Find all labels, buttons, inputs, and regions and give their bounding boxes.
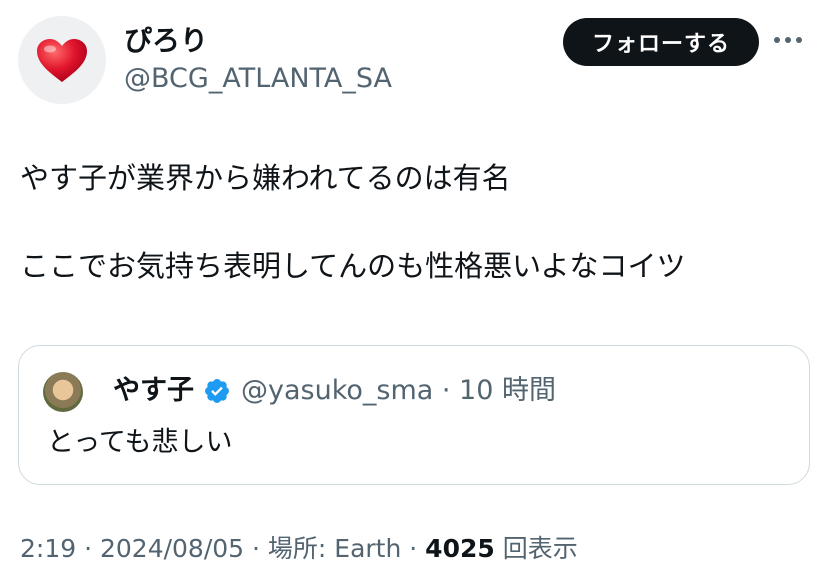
dot <box>796 37 802 43</box>
tweet-meta: 2:19 · 2024/08/05 · 場所: Earth · 4025 回表示 <box>20 532 578 566</box>
quoted-tweet[interactable]: やす子 @yasuko_sma · 10 時間 とっても悲しい <box>18 345 810 485</box>
view-count: 4025 <box>425 534 495 563</box>
author-handle[interactable]: @BCG_ATLANTA_SA <box>124 62 392 96</box>
verified-badge-icon <box>205 379 229 403</box>
tweet-line-2: ここでお気持ち表明してんのも性格悪いよなコイツ <box>20 249 686 283</box>
more-dots-icon[interactable] <box>774 32 808 48</box>
tweet-header: ぴろり @BCG_ATLANTA_SA フォローする <box>0 0 828 120</box>
view-count-label: 回表示 <box>494 534 578 563</box>
tweet-line-1: やす子が業界から嫌われてるのは有名 <box>20 161 511 195</box>
tweet-blank-line <box>20 200 810 244</box>
quoted-author-avatar[interactable] <box>43 372 83 412</box>
dot <box>774 37 780 43</box>
heart-icon <box>37 39 87 82</box>
follow-button[interactable]: フォローする <box>563 18 759 66</box>
author-display-name[interactable]: ぴろり <box>124 24 208 58</box>
quoted-handle-time[interactable]: @yasuko_sma · 10 時間 <box>241 374 556 408</box>
tweet-timestamp[interactable]: 2:19 · 2024/08/05 · 場所: Earth · <box>20 534 425 563</box>
author-avatar[interactable] <box>18 16 106 104</box>
tweet-text: やす子が業界から嫌われてるのは有名 ここでお気持ち表明してんのも性格悪いよなコイ… <box>20 156 810 288</box>
quoted-author-name[interactable]: やす子 <box>113 374 194 408</box>
quoted-tweet-text: とっても悲しい <box>47 427 233 458</box>
dot <box>785 37 791 43</box>
